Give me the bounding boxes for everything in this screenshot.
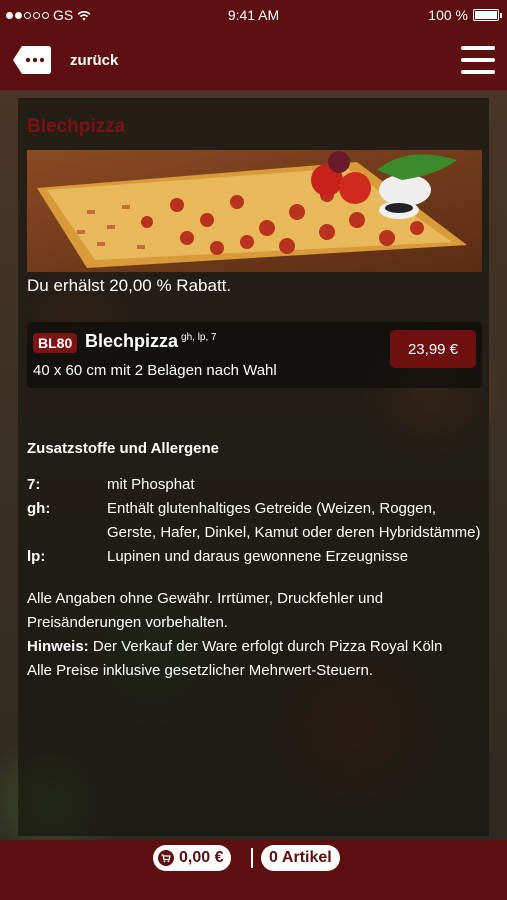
discount-text: Du erhälst 20,00 % Rabatt.	[27, 276, 232, 295]
back-button[interactable]: zurück	[12, 45, 118, 75]
cart-items-count: 0	[269, 849, 278, 866]
allergen-row: 7: mit Phosphat	[27, 473, 487, 497]
allergen-value: Enthält glutenhaltiges Getreide (Weizen,…	[107, 500, 481, 541]
vat-line: Alle Preise inklusive gesetzlicher Mehrw…	[27, 662, 373, 679]
cart-total-button[interactable]: 0,00 €	[153, 845, 232, 871]
footer-divider	[251, 848, 253, 868]
product-name-text: Blechpizza	[85, 331, 179, 351]
pizza-hero-image	[27, 150, 482, 272]
wifi-icon	[77, 10, 91, 20]
back-label: zurück	[70, 51, 119, 69]
signal-strength-icon	[6, 11, 49, 19]
battery-percent: 100 %	[428, 7, 468, 23]
hint-line: Hinweis: Der Verkauf der Ware erfolgt du…	[27, 635, 487, 659]
back-tag-icon	[13, 46, 51, 74]
product-name: Blechpizza gh, lp, 7	[85, 331, 217, 352]
status-bar: GS 9:41 AM 100 %	[0, 0, 507, 30]
product-allergen-codes: gh, lp, 7	[181, 332, 217, 343]
allergen-key: gh:	[27, 500, 51, 517]
cart-icon	[158, 850, 174, 866]
section-title: Blechpizza	[27, 116, 126, 137]
hint-text: Der Verkauf der Ware erfolgt durch Pizza…	[92, 638, 443, 655]
cart-total: 0,00 €	[179, 849, 224, 866]
status-right: 100 %	[428, 7, 502, 23]
product-description: 40 x 60 cm mit 2 Belägen nach Wahl	[33, 362, 277, 379]
disclaimer-line: Alle Angaben ohne Gewähr. Irrtümer, Druc…	[27, 590, 384, 631]
allergen-row: lp: Lupinen und daraus gewonnene Erzeugn…	[27, 545, 487, 569]
status-left: GS	[6, 7, 91, 23]
footer-bar: 0,00 € 0 Artikel	[0, 840, 507, 900]
allergen-key: lp:	[27, 548, 46, 565]
allergen-value: Lupinen und daraus gewonnene Erzeugnisse	[107, 548, 409, 565]
cart-items-button[interactable]: 0 Artikel	[261, 845, 340, 871]
allergens-heading: Zusatzstoffe und Allergene	[27, 440, 219, 457]
allergen-row: gh: Enthält glutenhaltiges Getreide (Wei…	[27, 497, 487, 545]
product-card: BL80 Blechpizza gh, lp, 7 40 x 60 cm mit …	[27, 322, 482, 388]
allergen-info: Zusatzstoffe und Allergene 7: mit Phosph…	[27, 437, 487, 683]
carrier-name: GS	[53, 7, 74, 23]
cart-items-label: Artikel	[281, 849, 332, 866]
add-to-cart-price-button[interactable]: 23,99 €	[390, 330, 476, 368]
allergen-key: 7:	[27, 476, 41, 493]
hamburger-menu-icon[interactable]	[461, 46, 495, 74]
disclaimer: Alle Angaben ohne Gewähr. Irrtümer, Druc…	[27, 587, 487, 683]
nav-bar: zurück	[0, 30, 507, 90]
product-code-badge: BL80	[33, 333, 78, 353]
battery-icon	[473, 9, 502, 21]
allergen-value: mit Phosphat	[107, 476, 195, 493]
hint-label: Hinweis:	[27, 638, 89, 655]
